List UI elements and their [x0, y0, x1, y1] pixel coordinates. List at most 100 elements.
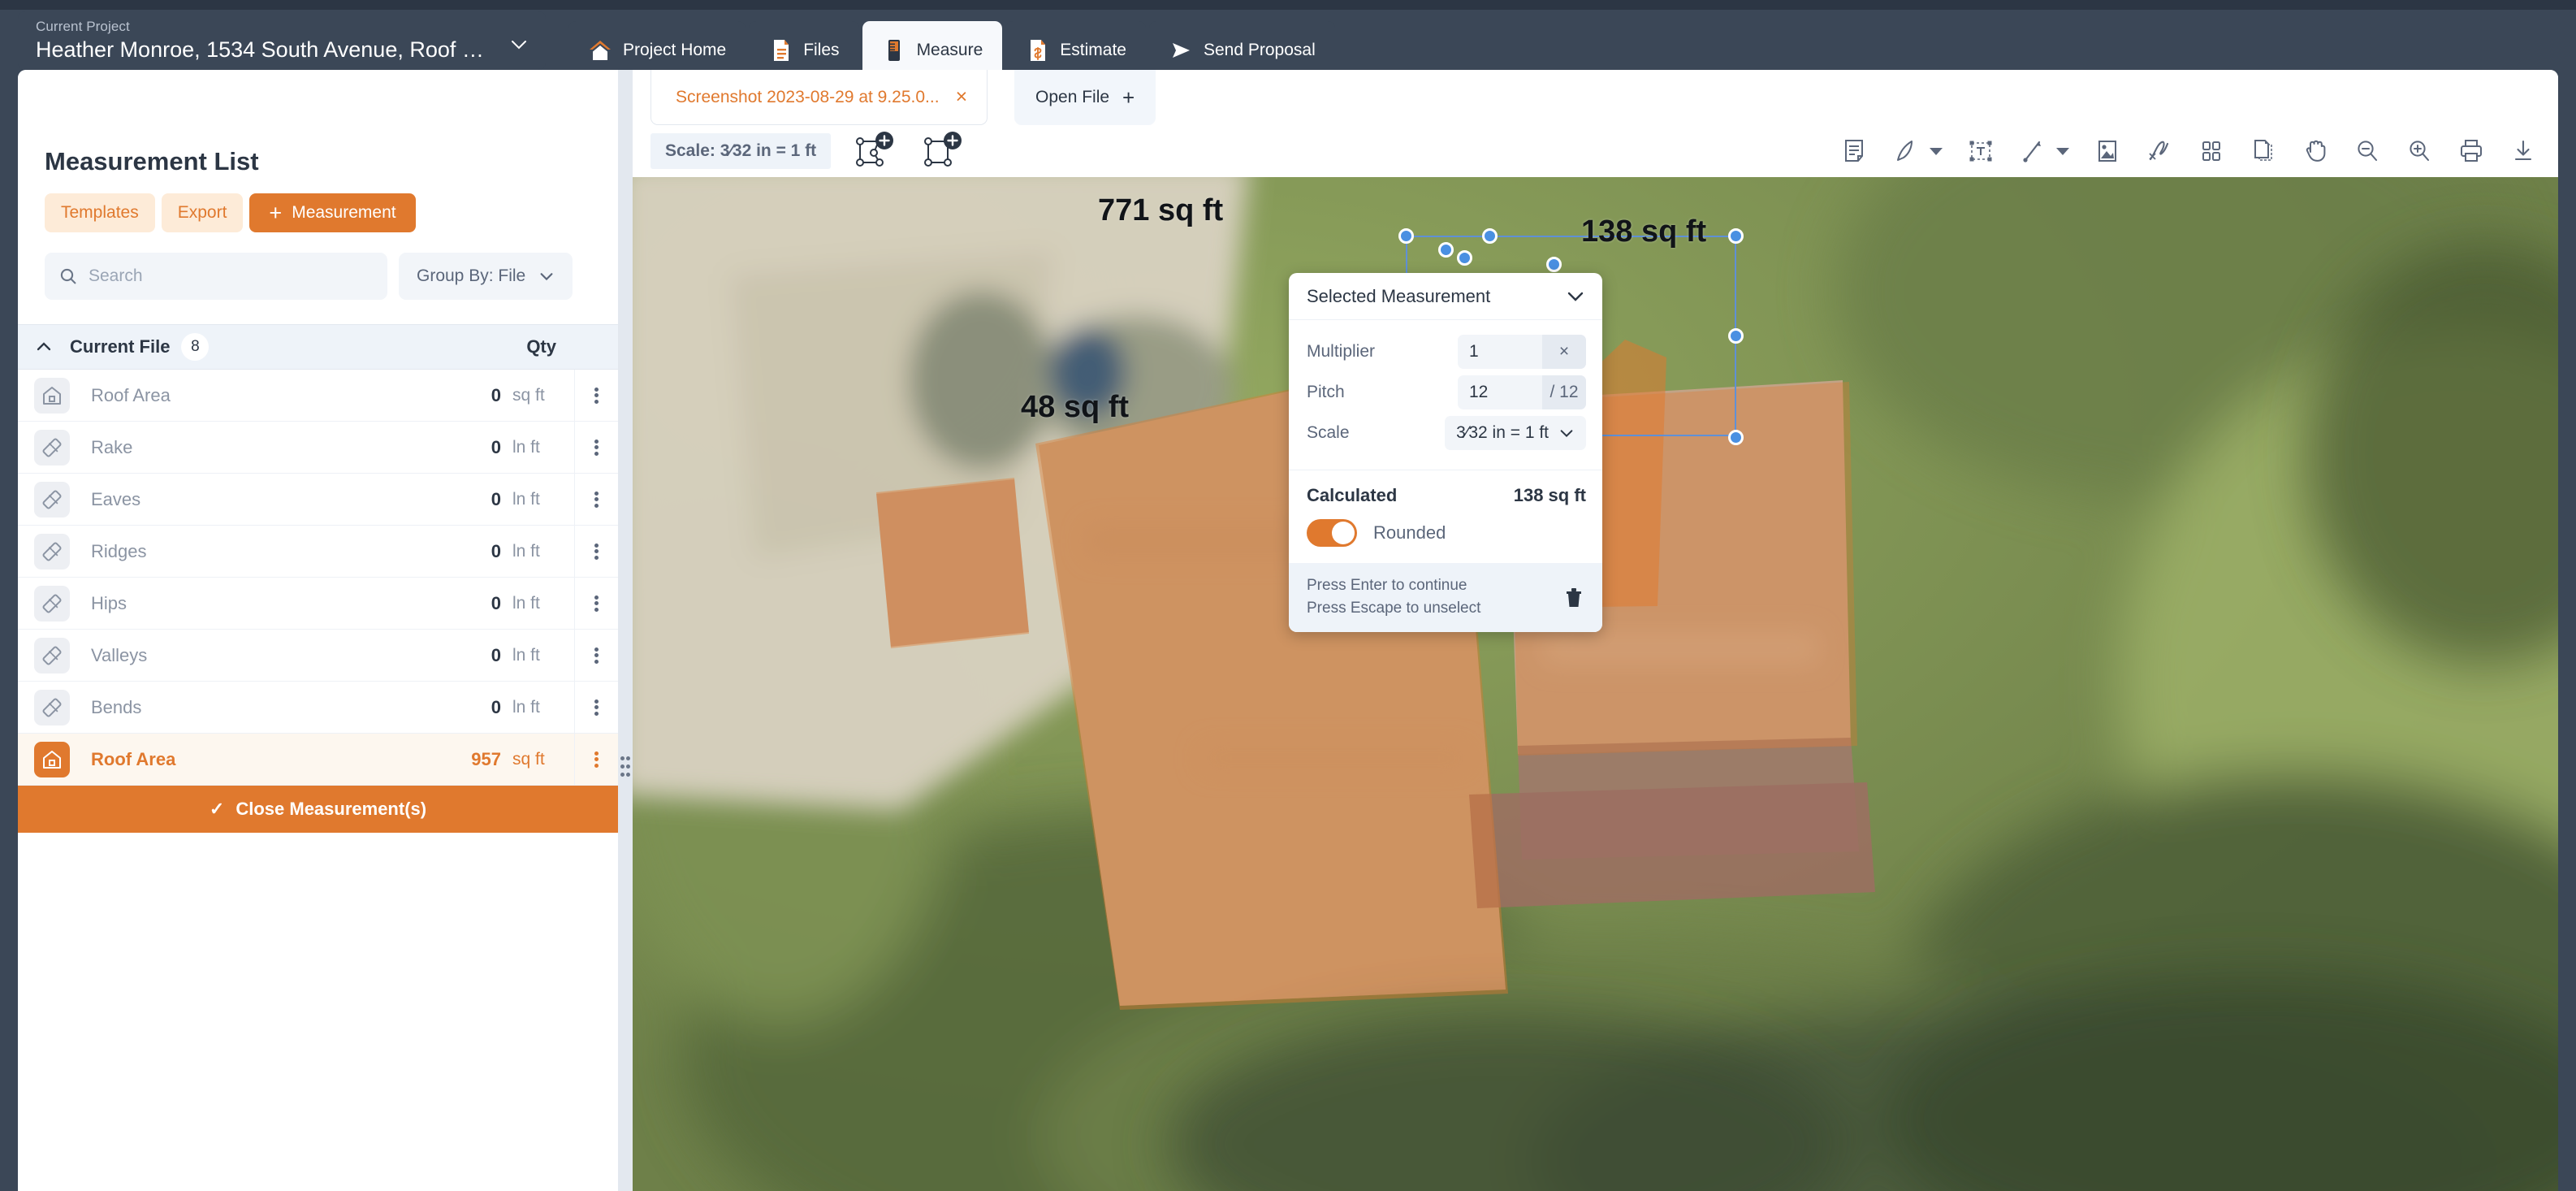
vertex-handle-1[interactable] [1438, 242, 1454, 258]
page-copy-tool[interactable] [2250, 137, 2277, 165]
highlighter-tool[interactable] [1892, 137, 1943, 165]
rounded-toggle[interactable] [1307, 519, 1357, 547]
panel-header[interactable]: Selected Measurement [1289, 273, 1602, 320]
group-by-label: Group By: File [417, 266, 526, 285]
home-icon [590, 41, 611, 60]
selection-handle-n[interactable] [1482, 228, 1498, 244]
multiplier-suffix[interactable]: × [1542, 335, 1586, 369]
chevron-down-icon[interactable] [1565, 286, 1586, 307]
measurement-qty: 0 [491, 488, 501, 509]
measurement-unit: ln ft [512, 541, 540, 561]
zoom-out-button[interactable] [2353, 137, 2381, 165]
vertex-handle-2[interactable] [1457, 250, 1472, 266]
row-menu-button[interactable] [574, 473, 618, 526]
measurement-qty: 0 [491, 644, 501, 665]
pan-tool[interactable] [2302, 137, 2329, 165]
image-tool[interactable] [2094, 137, 2121, 165]
nav-tab-label: Files [803, 41, 840, 59]
calculated-label: Calculated [1307, 485, 1398, 505]
vertex-handle-3[interactable] [1546, 257, 1562, 272]
note-tool[interactable] [1840, 137, 1868, 165]
pitch-field[interactable]: / 12 [1458, 375, 1586, 409]
chevron-down-icon [540, 273, 553, 281]
table-row[interactable]: Roof Area 0 sq ft [18, 369, 618, 422]
multiplier-row: Multiplier × [1307, 331, 1586, 372]
add-measurement-button[interactable]: + Measurement [249, 193, 416, 232]
line-tool[interactable] [2019, 137, 2069, 165]
house-icon [34, 741, 70, 777]
highlighter-dropdown-caret[interactable] [1930, 147, 1943, 155]
grid-tool[interactable] [2198, 137, 2225, 165]
file-tab-active[interactable]: Screenshot 2023-08-29 at 9.25.0... × [650, 70, 988, 125]
close-icon[interactable]: × [956, 87, 968, 107]
measurement-name: Rake [91, 436, 133, 457]
app-shell: Measurement List Templates Export + Meas… [18, 70, 2558, 1191]
export-button[interactable]: Export [161, 193, 244, 232]
group-by-dropdown[interactable]: Group By: File [399, 253, 573, 300]
line-dropdown-caret[interactable] [2056, 147, 2069, 155]
ruler-icon [34, 585, 70, 621]
pitch-suffix: / 12 [1542, 375, 1586, 409]
selection-handle-e[interactable] [1728, 328, 1744, 344]
invoice-dollar-icon [1031, 40, 1046, 61]
row-menu-button[interactable] [574, 577, 618, 630]
text-box-tool[interactable] [1967, 137, 1995, 165]
table-row[interactable]: Valleys 0 ln ft [18, 629, 618, 682]
scale-indicator[interactable]: Scale: 3⁄32 in = 1 ft [650, 133, 832, 169]
table-row[interactable]: Hips 0 ln ft [18, 577, 618, 630]
scribble-erase-tool[interactable] [2146, 137, 2173, 165]
ruler-icon [34, 481, 70, 518]
templates-button[interactable]: Templates [45, 193, 155, 232]
measurement-group-header[interactable]: Current File 8 Qty [18, 324, 618, 370]
current-project-name: Heather Monroe, 1534 South Avenue, Roof … [36, 37, 499, 62]
measurement-name: Roof Area [91, 748, 176, 769]
selection-handle-se[interactable] [1728, 430, 1744, 445]
close-measurements-button[interactable]: ✓ Close Measurement(s) [18, 786, 618, 833]
current-project-selector[interactable]: Current Project Heather Monroe, 1534 Sou… [18, 11, 546, 70]
selection-handle-ne[interactable] [1728, 228, 1744, 244]
scale-select[interactable]: 3⁄32 in = 1 ft [1445, 416, 1586, 450]
house-icon [34, 377, 70, 414]
polygon-add-irregular-tool[interactable] [852, 132, 899, 171]
measurement-name: Ridges [91, 540, 147, 561]
collapse-group-caret[interactable] [18, 338, 70, 356]
file-icon [774, 40, 789, 61]
multiplier-field[interactable]: × [1458, 335, 1586, 369]
zoom-in-button[interactable] [2405, 137, 2433, 165]
row-menu-button[interactable] [574, 629, 618, 682]
search-field[interactable] [45, 253, 387, 300]
window-top-strip [0, 0, 2576, 10]
row-menu-button[interactable] [574, 733, 618, 786]
row-menu-button[interactable] [574, 525, 618, 578]
file-tab-name: Screenshot 2023-08-29 at 9.25.0... [676, 87, 940, 106]
rounded-toggle-row: Rounded [1289, 514, 1602, 563]
table-row[interactable]: Bends 0 ln ft [18, 681, 618, 734]
table-row[interactable]: Rake 0 ln ft [18, 421, 618, 474]
calculated-row: Calculated 138 sq ft [1289, 470, 1602, 514]
multiplier-input[interactable] [1458, 342, 1542, 362]
selection-handle-nw[interactable] [1398, 228, 1414, 244]
download-button[interactable] [2509, 137, 2537, 165]
measurement-name: Hips [91, 592, 128, 613]
measurement-qty: 0 [491, 696, 501, 717]
pitch-input[interactable] [1458, 383, 1542, 402]
row-menu-button[interactable] [574, 681, 618, 734]
open-file-label: Open File [1035, 88, 1110, 106]
measurement-name: Valleys [91, 644, 148, 665]
scale-label: Scale [1307, 423, 1350, 442]
polygon-add-rect-tool[interactable] [920, 132, 967, 171]
chevron-down-icon[interactable] [510, 36, 528, 54]
nav-tab-label: Project Home [623, 41, 727, 59]
table-row[interactable]: Eaves 0 ln ft [18, 473, 618, 526]
row-menu-button[interactable] [574, 421, 618, 474]
open-file-button[interactable]: Open File + [1014, 70, 1156, 125]
search-input[interactable] [89, 266, 365, 286]
sidebar-resize-divider[interactable] [618, 70, 633, 1191]
table-row[interactable]: Roof Area 957 sq ft [18, 733, 618, 786]
table-row[interactable]: Ridges 0 ln ft [18, 525, 618, 578]
hint-line-1: Press Enter to continue [1307, 577, 1467, 594]
row-menu-button[interactable] [574, 369, 618, 422]
print-button[interactable] [2457, 137, 2485, 165]
trash-icon[interactable] [1562, 584, 1586, 610]
chevron-down-icon [1560, 430, 1573, 438]
